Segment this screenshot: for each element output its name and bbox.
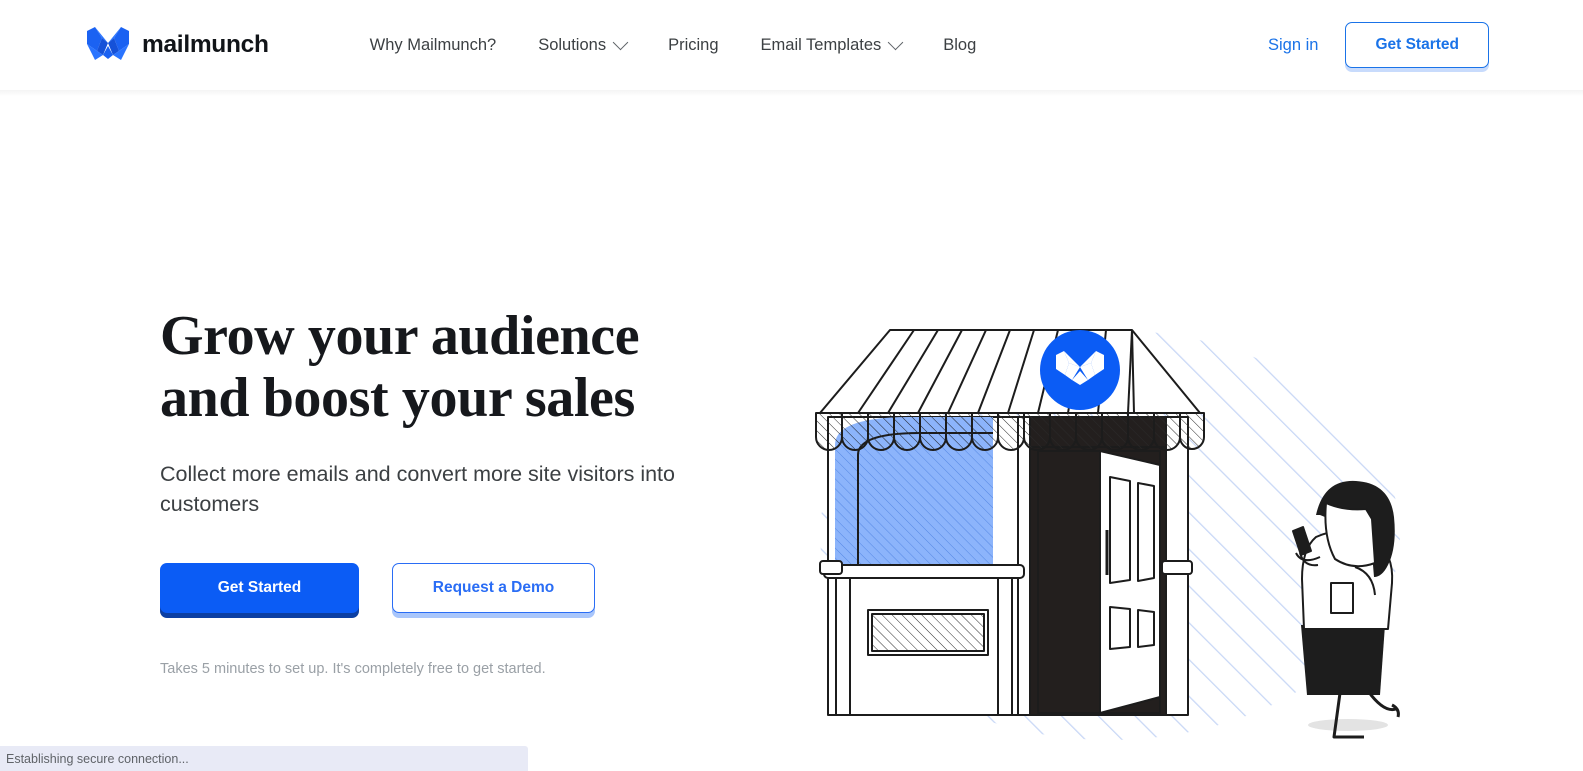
header-get-started-button[interactable]: Get Started — [1345, 22, 1489, 68]
nav-item-label: Why Mailmunch? — [369, 35, 497, 54]
nav-item-label: Blog — [943, 35, 977, 54]
brand-logo[interactable]: mailmunch — [85, 26, 269, 64]
hero-subheading: Collect more emails and convert more sit… — [160, 462, 675, 516]
mailmunch-m-logo-icon — [85, 26, 131, 64]
page-title-line2: and boost your sales — [160, 367, 635, 429]
browser-status-bar: Establishing secure connection... — [0, 746, 528, 771]
page-title: Grow your audience and boost your sales — [160, 305, 780, 429]
main-navigation: Why Mailmunch? Solutions Pricing Email T… — [370, 30, 976, 61]
nav-item-solutions[interactable]: Solutions — [538, 30, 629, 61]
nav-item-pricing[interactable]: Pricing — [668, 30, 718, 61]
brand-name: mailmunch — [142, 30, 269, 58]
chevron-down-icon — [887, 34, 904, 50]
storefront-illustration — [780, 325, 1440, 755]
status-text: Establishing secure connection... — [6, 751, 189, 766]
hero-fine-print: Takes 5 minutes to set up. It's complete… — [160, 661, 546, 677]
hero-get-started-button[interactable]: Get Started — [160, 563, 359, 613]
sign-in-link[interactable]: Sign in — [1268, 36, 1318, 55]
header-actions: Sign in Get Started — [1268, 22, 1489, 68]
nav-item-label: Email Templates — [760, 35, 882, 54]
page-title-line1: Grow your audience — [160, 305, 640, 367]
awning-logo-badge — [1040, 330, 1120, 410]
nav-item-email-templates[interactable]: Email Templates — [760, 30, 904, 61]
hero-cta-row: Get Started Request a Demo — [160, 563, 780, 613]
storefront-building — [819, 416, 1193, 716]
nav-item-label: Pricing — [668, 35, 719, 54]
hero-section: Grow your audience and boost your sales … — [0, 90, 1583, 771]
nav-item-why-mailmunch[interactable]: Why Mailmunch? — [370, 30, 497, 61]
storefront-awning — [815, 329, 1205, 451]
site-header: mailmunch Why Mailmunch? Solutions Prici… — [0, 0, 1583, 96]
chevron-down-icon — [612, 34, 629, 50]
open-door — [1099, 450, 1161, 714]
request-demo-button[interactable]: Request a Demo — [392, 563, 595, 613]
nav-item-label: Solutions — [538, 35, 607, 54]
awning-valance — [815, 412, 1205, 451]
hero-copy: Grow your audience and boost your sales … — [160, 305, 780, 677]
nav-item-blog[interactable]: Blog — [943, 30, 976, 61]
